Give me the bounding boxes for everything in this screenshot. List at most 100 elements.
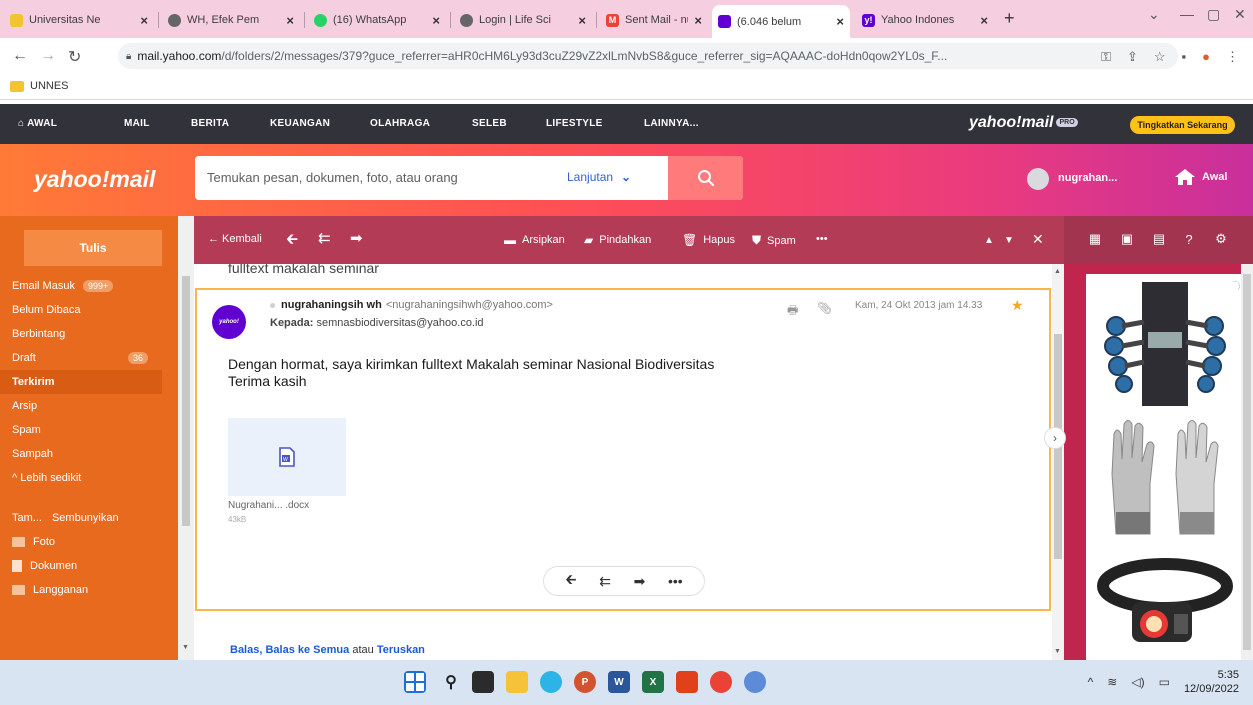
yahoo-mail-pro-logo[interactable]: yahoo!mail PRO xyxy=(969,114,1078,132)
delete-button[interactable]: 🗑︎ Hapus xyxy=(682,233,735,247)
powerpoint-icon[interactable]: P xyxy=(574,671,596,693)
sidebar-scrollbar[interactable]: ▲ ▼ xyxy=(178,216,194,660)
close-icon[interactable]: × xyxy=(140,13,148,28)
reply-icon[interactable]: 🡰 xyxy=(565,569,576,593)
nav-news[interactable]: BERITA xyxy=(191,118,229,129)
print-icon[interactable]: 🖶︎ xyxy=(787,301,798,322)
attachment-name[interactable]: Nugrahani... .docx xyxy=(228,500,309,511)
nav-more[interactable]: LAINNYA... xyxy=(644,118,699,129)
search-icon[interactable]: ⚲ xyxy=(440,671,462,693)
close-icon[interactable]: × xyxy=(836,14,844,29)
home-link[interactable]: Awal xyxy=(1174,168,1227,186)
excel-icon[interactable]: X xyxy=(642,671,664,693)
tab-gmail-sent[interactable]: M Sent Mail - nu × xyxy=(600,7,708,33)
notepad-icon[interactable]: ▤ xyxy=(1152,231,1166,246)
photos-app-icon[interactable] xyxy=(744,671,766,693)
scroll-down-arrow-icon[interactable]: ▼ xyxy=(182,644,189,651)
back-arrow-icon[interactable]: ← xyxy=(12,47,28,65)
battery-icon[interactable]: ▭ xyxy=(1159,675,1170,689)
task-view-icon[interactable] xyxy=(472,671,494,693)
more-icon[interactable]: ••• xyxy=(668,573,683,589)
ad-scrollbar[interactable] xyxy=(1241,264,1253,660)
archive-button[interactable]: ▬ Arsipkan xyxy=(504,233,565,247)
nav-home[interactable]: ⌂ AWAL xyxy=(18,118,57,129)
calendar-icon[interactable]: ▣ xyxy=(1120,231,1134,246)
reload-icon[interactable]: ↻ xyxy=(68,47,81,67)
sidebar-item-sent[interactable]: Terkirim xyxy=(0,370,162,394)
sidebar-item-drafts[interactable]: Draft 36 xyxy=(0,346,178,370)
sidebar-item-inbox[interactable]: Email Masuk 999+ xyxy=(0,274,178,298)
nav-mail[interactable]: MAIL xyxy=(124,118,150,129)
chrome-icon[interactable] xyxy=(710,671,732,693)
upgrade-button[interactable]: Tingkatkan Sekarang xyxy=(1130,116,1235,134)
sidebar-item-archive[interactable]: Arsip xyxy=(0,394,178,418)
key-icon[interactable]: ⚿ xyxy=(1101,49,1111,65)
sidebar-item-unread[interactable]: Belum Dibaca xyxy=(0,298,178,322)
reply-all-icon[interactable]: ⇇ xyxy=(318,229,331,247)
forward-icon[interactable]: ➡ xyxy=(350,229,363,247)
ad-image-wrench-set[interactable] xyxy=(1092,282,1238,409)
sidebar-item-photos[interactable]: Foto xyxy=(0,530,178,554)
reply-link[interactable]: Balas, xyxy=(230,644,262,656)
scrollbar-thumb[interactable] xyxy=(1243,274,1251,650)
edge-browser-icon[interactable] xyxy=(540,671,562,693)
ad-image-headlamp[interactable] xyxy=(1092,546,1238,673)
reply-all-link[interactable]: Balas ke Semua xyxy=(265,644,349,656)
recipient-address[interactable]: semnasbiodiversitas@yahoo.co.id xyxy=(316,317,483,329)
show-less-toggle[interactable]: ^ Lebih sedikit xyxy=(0,466,178,490)
menu-kebab-icon[interactable]: ⋮ xyxy=(1226,49,1239,65)
profile-avatar-icon[interactable]: ● xyxy=(1202,49,1210,65)
tab-yahoo-mail-active[interactable]: (6.046 belum × xyxy=(712,5,850,38)
tab-life-sci[interactable]: Login | Life Sci × xyxy=(454,7,592,33)
tab-yahoo-indonesia[interactable]: y! Yahoo Indones × xyxy=(856,7,994,33)
scroll-down-arrow-icon[interactable]: ▼ xyxy=(1054,648,1061,655)
sender-name[interactable]: nugrahaningsih wh xyxy=(281,299,382,311)
url-field[interactable]: 🔒︎ mail.yahoo.com/d/folders/2/messages/3… xyxy=(118,43,1178,69)
volume-icon[interactable]: ◁) xyxy=(1131,675,1144,689)
nav-sports[interactable]: OLAHRAGA xyxy=(370,118,430,129)
previous-message-icon[interactable]: ▲ xyxy=(984,235,994,246)
star-icon[interactable]: ★ xyxy=(1011,297,1024,314)
sidebar-item-documents[interactable]: Dokumen xyxy=(0,554,178,578)
wifi-icon[interactable]: ≋ xyxy=(1107,675,1117,689)
spam-button[interactable]: ⛊ Spam xyxy=(752,233,796,248)
search-bar[interactable]: Temukan pesan, dokumen, foto, atau orang… xyxy=(195,156,743,200)
user-name[interactable]: nugrahan... xyxy=(1058,172,1117,184)
close-message-icon[interactable]: ✕ xyxy=(1032,231,1044,248)
sidebar-item-trash[interactable]: Sampah xyxy=(0,442,178,466)
move-button[interactable]: ▰ Pindahkan xyxy=(584,233,651,247)
tab-universitas[interactable]: Universitas Ne × xyxy=(4,7,154,33)
tray-chevron-up-icon[interactable]: ^ xyxy=(1088,675,1094,689)
tab-view-icon[interactable]: ▪ xyxy=(1182,49,1187,65)
ad-frame[interactable]: ⓘ xyxy=(1086,274,1244,673)
contacts-icon[interactable]: ▦ xyxy=(1088,231,1102,246)
close-icon[interactable]: × xyxy=(286,13,294,28)
close-icon[interactable]: × xyxy=(432,13,440,28)
back-button[interactable]: ← Kembali xyxy=(208,233,262,245)
maximize-button[interactable]: ▢ xyxy=(1207,6,1220,23)
close-icon[interactable]: × xyxy=(980,13,988,28)
file-explorer-icon[interactable] xyxy=(506,671,528,693)
acrobat-icon[interactable] xyxy=(676,671,698,693)
reply-all-icon[interactable]: ⇇ xyxy=(599,573,611,590)
next-message-icon[interactable]: ▼ xyxy=(1004,235,1014,246)
more-actions-button[interactable]: ••• xyxy=(816,233,828,245)
nav-celebrity[interactable]: SELEB xyxy=(472,118,507,129)
message-scrollbar[interactable]: ▲ ▼ xyxy=(1052,264,1064,660)
search-input[interactable]: Temukan pesan, dokumen, foto, atau orang xyxy=(207,170,458,185)
new-tab-button[interactable]: + xyxy=(1004,8,1015,29)
sidebar-item-spam[interactable]: Spam xyxy=(0,418,178,442)
word-icon[interactable]: W xyxy=(608,671,630,693)
user-avatar[interactable] xyxy=(1027,168,1049,190)
attachment-preview[interactable]: W xyxy=(228,418,346,496)
nav-finance[interactable]: KEUANGAN xyxy=(270,118,330,129)
help-icon[interactable]: ? xyxy=(1182,232,1196,247)
windows-start-icon[interactable] xyxy=(404,671,426,693)
nav-lifestyle[interactable]: LIFESTYLE xyxy=(546,118,603,129)
search-button[interactable] xyxy=(668,156,743,200)
advanced-search-button[interactable]: Lanjutan ⌄ xyxy=(567,170,631,184)
settings-gear-icon[interactable]: ⚙ xyxy=(1214,231,1228,246)
scrollbar-thumb[interactable] xyxy=(182,276,190,526)
ad-image-gloves[interactable] xyxy=(1092,414,1238,541)
window-close-button[interactable]: ✕ xyxy=(1234,6,1246,23)
